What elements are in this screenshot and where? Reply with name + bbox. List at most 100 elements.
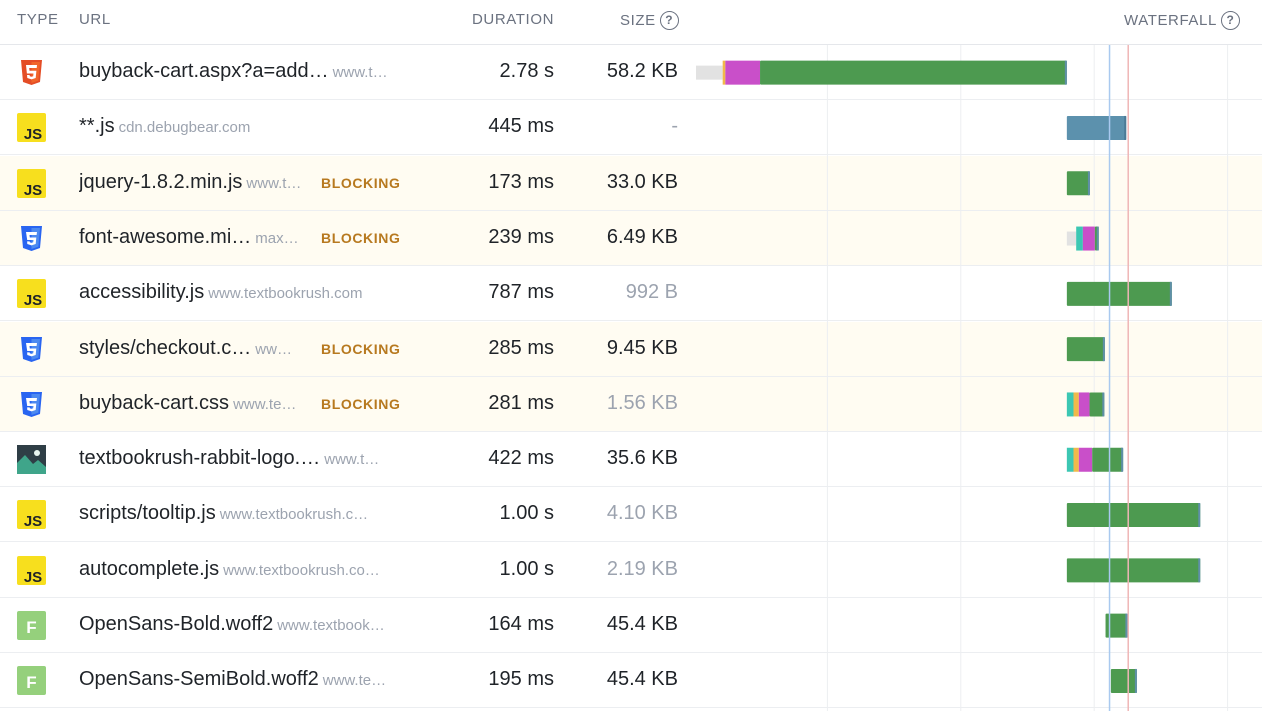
request-duration: 1.00 s (499, 502, 554, 525)
request-size: - (671, 115, 678, 138)
request-host: www.textbookrush.c… (219, 506, 369, 524)
waterfall-bar-download[interactable] (1105, 613, 1128, 638)
waterfall-bar-end (1087, 171, 1090, 196)
waterfall-bar-end (1064, 60, 1067, 85)
waterfall-bar-script[interactable] (1066, 115, 1127, 140)
waterfall-bar-download[interactable] (1066, 171, 1090, 196)
request-filename: OpenSans-SemiBold.woff2 (79, 668, 319, 691)
waterfall-bar-connect[interactable] (1076, 226, 1083, 251)
request-filename: scripts/tooltip.js (79, 502, 216, 525)
request-host: www.textbookrush.com (208, 285, 363, 303)
waterfall-bar-download[interactable] (1110, 668, 1137, 693)
request-url[interactable]: scripts/tooltip.js www.textbookrush.c… (79, 502, 399, 526)
font-icon: F (17, 611, 46, 640)
svg-text:JS: JS (24, 569, 42, 585)
svg-text:JS: JS (24, 182, 42, 198)
request-url[interactable]: OpenSans-Bold.woff2 www.textbook… (79, 613, 399, 637)
request-filename: **.js (79, 115, 115, 138)
image-icon (17, 445, 46, 475)
request-size: 992 B (625, 281, 678, 304)
waterfall-bar-download[interactable] (1092, 447, 1124, 472)
html-icon (17, 58, 46, 87)
js-icon: JS (17, 555, 46, 586)
waterfall-bar-download[interactable] (1089, 392, 1105, 417)
help-icon[interactable]: ? (659, 11, 679, 30)
header-waterfall[interactable]: WATERFALL ? (1124, 11, 1240, 30)
blocking-badge: BLOCKING (321, 174, 401, 191)
request-size: 1.56 KB (606, 391, 678, 414)
request-url[interactable]: accessibility.js www.textbookrush.com (79, 281, 399, 305)
request-host: ww… (255, 340, 292, 358)
table-row[interactable]: F OpenSans-SemiBold.woff2 www.te… 195 ms 45.… (0, 653, 1262, 709)
request-duration: 173 ms (488, 170, 554, 193)
request-host: www.t… (324, 451, 380, 469)
request-duration: 787 ms (488, 281, 554, 304)
waterfall-bar-download[interactable] (760, 60, 1067, 85)
table-header: TYPE URL DURATION SIZE ? WATERFALL ? (0, 0, 1262, 45)
request-duration: 285 ms (488, 336, 554, 359)
request-url[interactable]: **.js cdn.debugbear.com (79, 115, 399, 139)
request-size: 35.6 KB (606, 447, 678, 470)
request-filename: jquery-1.8.2.min.js (79, 170, 243, 193)
request-host: www.t… (332, 64, 388, 81)
help-icon[interactable]: ? (1220, 11, 1240, 30)
request-size: 33.0 KB (606, 170, 678, 193)
waterfall-bar-dns[interactable] (1073, 447, 1079, 472)
header-size[interactable]: SIZE ? (620, 11, 679, 30)
header-waterfall-label: WATERFALL (1124, 12, 1217, 29)
waterfall-bar-dns[interactable] (1073, 392, 1079, 417)
request-url[interactable]: OpenSans-SemiBold.woff2 www.te… (79, 668, 399, 692)
css-icon (17, 335, 46, 364)
request-filename: buyback-cart.aspx?a=add… (79, 60, 329, 82)
waterfall-bar-connect[interactable] (1066, 447, 1074, 472)
css-icon (17, 224, 46, 253)
waterfall-bar-end (1121, 447, 1124, 472)
waterfall-bar-download[interactable] (1066, 337, 1105, 362)
network-requests-table: TYPE URL DURATION SIZE ? WATERFALL ? buy… (0, 0, 1262, 711)
request-duration: 2.78 s (499, 60, 554, 82)
request-filename: styles/checkout.c… (79, 336, 252, 359)
request-size: 45.4 KB (606, 613, 678, 635)
svg-text:JS: JS (24, 292, 42, 308)
waterfall-bar-ssl[interactable] (1082, 226, 1095, 251)
request-duration: 1.00 s (499, 557, 554, 580)
request-size: 58.2 KB (606, 60, 678, 82)
waterfall-bar-ssl[interactable] (1078, 392, 1090, 417)
waterfall-bar-waiting[interactable] (696, 65, 723, 80)
svg-text:JS: JS (24, 513, 42, 529)
request-duration: 164 ms (488, 613, 554, 635)
request-filename: OpenSans-Bold.woff2 (79, 613, 274, 635)
waterfall-bar-connect[interactable] (1066, 392, 1074, 417)
blocking-badge: BLOCKING (321, 229, 401, 246)
js-icon: JS (17, 279, 46, 309)
table-row[interactable]: buyback-cart.aspx?a=add… www.t… 2.78 s 58.2… (0, 45, 1262, 100)
request-url[interactable]: textbookrush-rabbit-logo.… www.t… (79, 447, 399, 471)
waterfall-bar-end (1096, 226, 1099, 251)
table-row[interactable]: F OpenSans-Bold.woff2 www.textbook… 164 ms 4… (0, 598, 1262, 653)
font-icon: F (17, 666, 46, 696)
request-host: www.te… (233, 395, 297, 413)
waterfall-bar-download[interactable] (1066, 558, 1201, 583)
waterfall-bar-end (1134, 668, 1137, 693)
request-host: max… (255, 229, 299, 247)
header-url[interactable]: URL (79, 11, 111, 28)
request-host: www.t… (246, 174, 302, 192)
request-filename: autocomplete.js (79, 557, 220, 580)
blocking-badge: BLOCKING (321, 395, 401, 412)
waterfall-bar-waiting[interactable] (1066, 231, 1077, 246)
request-size: 4.10 KB (606, 502, 678, 525)
waterfall-bar-download[interactable] (1066, 503, 1201, 528)
waterfall-bar-dns[interactable] (722, 60, 726, 85)
blocking-badge: BLOCKING (321, 340, 401, 357)
request-host: www.textbook… (277, 617, 385, 634)
waterfall-bar-end (1125, 613, 1128, 638)
request-url[interactable]: autocomplete.js www.textbookrush.co… (79, 558, 399, 582)
waterfall-bar-ssl[interactable] (1078, 447, 1093, 472)
request-url[interactable]: buyback-cart.aspx?a=add… www.t… (79, 60, 399, 84)
waterfall-bar-ssl[interactable] (725, 60, 761, 85)
waterfall-bar-download[interactable] (1066, 281, 1172, 306)
header-type[interactable]: TYPE (17, 11, 59, 28)
request-duration: 281 ms (488, 391, 554, 414)
header-duration[interactable]: DURATION (472, 11, 554, 28)
request-size: 9.45 KB (606, 336, 678, 359)
